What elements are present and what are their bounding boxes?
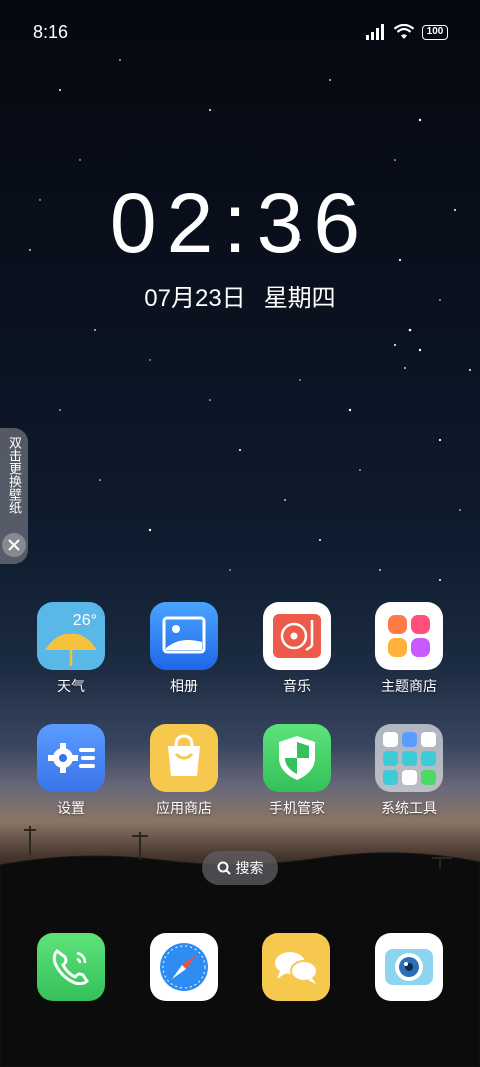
search-icon bbox=[217, 861, 231, 875]
wallpaper-stars bbox=[0, 59, 480, 1067]
app-music[interactable]: 音乐 bbox=[249, 602, 345, 696]
settings-icon bbox=[37, 724, 105, 792]
app-app-store[interactable]: 应用商店 bbox=[136, 724, 232, 818]
app-label: 相册 bbox=[170, 679, 198, 695]
date-text: 07月23日 bbox=[144, 285, 246, 312]
app-store-icon bbox=[150, 724, 218, 792]
app-label: 设置 bbox=[57, 801, 85, 817]
app-label: 音乐 bbox=[283, 679, 311, 695]
status-icons: 100 bbox=[366, 24, 448, 40]
status-bar: 8:16 100 bbox=[0, 0, 480, 68]
camera-icon[interactable] bbox=[375, 933, 443, 1001]
music-icon bbox=[263, 602, 331, 670]
app-gallery[interactable]: 相册 bbox=[136, 602, 232, 696]
app-weather[interactable]: 26° 天气 bbox=[23, 602, 119, 696]
app-label: 手机管家 bbox=[269, 801, 325, 817]
app-label: 应用商店 bbox=[156, 801, 212, 817]
battery-icon: 100 bbox=[422, 24, 448, 40]
clock-date[interactable]: 07月23日 星期四 bbox=[0, 278, 480, 313]
app-label: 系统工具 bbox=[381, 801, 437, 817]
signal-icon bbox=[366, 24, 384, 40]
app-label: 天气 bbox=[57, 679, 85, 695]
home-screen: 8:16 100 02:36 07月23日 星期四 双击更换壁纸 26° 天气 … bbox=[0, 0, 480, 1067]
wallpaper-change-label: 双击更换壁纸 bbox=[6, 436, 21, 514]
app-label: 主题商店 bbox=[381, 679, 437, 695]
messages-icon[interactable] bbox=[262, 933, 330, 1001]
weekday-text: 星期四 bbox=[263, 285, 336, 312]
wifi-icon bbox=[394, 24, 414, 39]
status-time: 8:16 bbox=[33, 22, 69, 42]
system-tools-folder-icon bbox=[375, 724, 443, 792]
app-system-tools[interactable]: 系统工具 bbox=[361, 724, 457, 818]
gallery-icon bbox=[150, 602, 218, 670]
app-phone-manager[interactable]: 手机管家 bbox=[249, 724, 345, 818]
phone-manager-icon bbox=[263, 724, 331, 792]
search-button[interactable]: 搜索 bbox=[202, 851, 278, 885]
theme-store-icon bbox=[375, 602, 443, 670]
phone-icon[interactable] bbox=[37, 933, 105, 1001]
search-label: 搜索 bbox=[235, 861, 264, 877]
compass-icon[interactable] bbox=[150, 933, 218, 1001]
app-settings[interactable]: 设置 bbox=[23, 724, 119, 818]
clock-time[interactable]: 02:36 bbox=[0, 175, 480, 272]
weather-icon: 26° bbox=[37, 602, 105, 670]
close-icon[interactable] bbox=[2, 533, 26, 557]
app-theme-store[interactable]: 主题商店 bbox=[361, 602, 457, 696]
